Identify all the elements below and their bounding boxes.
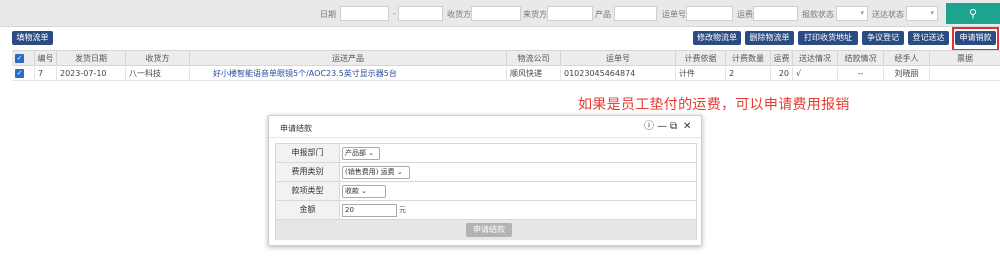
search-icon: ⚲ bbox=[968, 7, 978, 20]
date-label: 日期 bbox=[320, 10, 336, 19]
tracking-input[interactable] bbox=[686, 6, 733, 21]
submit-row: 申请结款 bbox=[276, 220, 696, 240]
dialog-title: 申请结款 bbox=[280, 124, 312, 133]
cell-id: 7 bbox=[34, 67, 56, 80]
edit-logistics-button[interactable]: 修改物流单 bbox=[693, 31, 741, 45]
col-header: 运费 bbox=[770, 51, 792, 66]
delete-logistics-button[interactable]: 删除物流单 bbox=[745, 31, 794, 45]
amount-input[interactable]: 20 bbox=[342, 204, 397, 217]
table-header: ✓ 编号 发货日期 收货方 运送产品 物流公司 运单号 计费依据 计费数量 运费… bbox=[12, 50, 1000, 66]
col-header: 计费依据 bbox=[675, 51, 725, 66]
form-row-amount: 金额 20 元 bbox=[276, 201, 696, 220]
tracking-label: 运单号 bbox=[662, 10, 686, 19]
amount-unit: 元 bbox=[399, 206, 406, 214]
category-select[interactable]: (销售费用) 运费 ⌄ bbox=[342, 166, 410, 179]
row-checkbox[interactable]: ✓ bbox=[15, 69, 24, 78]
col-header: 编号 bbox=[34, 51, 56, 66]
delivery-status-label: 送达状态 bbox=[872, 10, 904, 19]
product-input[interactable] bbox=[614, 6, 657, 21]
product-label: 产品 bbox=[595, 10, 611, 19]
search-button[interactable]: ⚲ bbox=[946, 3, 1000, 24]
col-header: 票据 bbox=[929, 51, 1000, 66]
apply-settlement-dialog: 申请结款 ⓘ — ⧉ ✕ 申报部门 产品部 ⌄ 费用类别 (销售费用) 运费 ⌄… bbox=[268, 115, 702, 246]
col-header: 发货日期 bbox=[56, 51, 125, 66]
close-icon[interactable]: ✕ bbox=[683, 121, 691, 133]
col-header: 经手人 bbox=[883, 51, 929, 66]
delivered-button[interactable]: 登记送达 bbox=[908, 31, 949, 45]
date-separator: - bbox=[393, 9, 396, 18]
receiver-input[interactable] bbox=[471, 6, 521, 21]
cell-tracking-no: 01023045464874 bbox=[560, 67, 675, 80]
submit-settlement-button[interactable]: 申请结款 bbox=[466, 223, 512, 237]
minimize-icon[interactable]: — bbox=[657, 121, 667, 133]
cell-invoice bbox=[929, 67, 1000, 80]
cell-billing-basis: 计件 bbox=[675, 67, 725, 80]
col-header: 结款情况 bbox=[837, 51, 883, 66]
type-select[interactable]: 收款 ⌄ bbox=[342, 185, 386, 198]
type-label: 款项类型 bbox=[276, 182, 340, 200]
col-header: 运送产品 bbox=[189, 51, 506, 66]
dialog-titlebar: 申请结款 ⓘ — ⧉ ✕ bbox=[269, 116, 701, 138]
cell-ship-date: 2023-07-10 bbox=[56, 67, 125, 80]
reimburse-status-label: 报款状态 bbox=[802, 10, 834, 19]
freight-input[interactable] bbox=[753, 6, 798, 21]
col-header: 计费数量 bbox=[725, 51, 770, 66]
col-header: 送达情况 bbox=[792, 51, 837, 66]
col-header: 运单号 bbox=[560, 51, 675, 66]
date-end-input[interactable] bbox=[398, 6, 443, 21]
cell-product-link[interactable]: 好小楼智能语音单眼镜5个/AOC23.5英寸显示器5台 bbox=[189, 67, 506, 80]
date-start-input[interactable] bbox=[340, 6, 389, 21]
print-address-button[interactable]: 打印收货地址 bbox=[798, 31, 858, 45]
cell-billing-qty: 2 bbox=[725, 67, 770, 80]
cell-handler: 刘晓丽 bbox=[883, 67, 929, 80]
col-header: 物流公司 bbox=[506, 51, 560, 66]
add-logistics-button[interactable]: 填物流单 bbox=[12, 31, 53, 45]
form-row-category: 费用类别 (销售费用) 运费 ⌄ bbox=[276, 163, 696, 182]
category-label: 费用类别 bbox=[276, 163, 340, 181]
maximize-icon[interactable]: ⧉ bbox=[670, 121, 677, 133]
source-label: 来货方 bbox=[523, 10, 547, 19]
cell-receiver: 八一科技 bbox=[125, 67, 189, 80]
cell-delivery-status: √ bbox=[792, 67, 837, 80]
help-icon[interactable]: ⓘ bbox=[644, 121, 654, 133]
cell-settlement-status: -- bbox=[837, 67, 883, 80]
cell-freight: 20 bbox=[770, 67, 792, 80]
freight-label: 运费 bbox=[737, 10, 753, 19]
settlement-form: 申报部门 产品部 ⌄ 费用类别 (销售费用) 运费 ⌄ 款项类型 收款 ⌄ 金额… bbox=[275, 143, 697, 240]
reimburse-status-select[interactable]: ▾ bbox=[836, 6, 868, 21]
annotation-text: 如果是员工垫付的运费，可以申请费用报销 bbox=[578, 97, 850, 113]
delivery-status-select[interactable]: ▾ bbox=[906, 6, 938, 21]
highlight-box bbox=[952, 27, 999, 51]
form-row-type: 款项类型 收款 ⌄ bbox=[276, 182, 696, 201]
cell-logistics-company: 顺风快递 bbox=[506, 67, 560, 80]
dept-select[interactable]: 产品部 ⌄ bbox=[342, 147, 380, 160]
form-row-dept: 申报部门 产品部 ⌄ bbox=[276, 144, 696, 163]
table-row[interactable]: ✓ 7 2023-07-10 八一科技 好小楼智能语音单眼镜5个/AOC23.5… bbox=[12, 67, 1000, 81]
amount-label: 金额 bbox=[276, 201, 340, 219]
source-input[interactable] bbox=[547, 6, 593, 21]
receiver-label: 收货方 bbox=[447, 10, 471, 19]
filter-bar: 日期 - 收货方 来货方 产品 运单号 运费 报款状态 ▾ 送达状态 ▾ ⚲ bbox=[0, 0, 1000, 27]
dept-label: 申报部门 bbox=[276, 144, 340, 162]
dispute-button[interactable]: 争议登记 bbox=[862, 31, 904, 45]
toolbar: 填物流单 修改物流单 删除物流单 打印收货地址 争议登记 登记送达 申请销款 bbox=[0, 27, 1000, 49]
select-all-checkbox[interactable]: ✓ bbox=[15, 54, 24, 63]
col-header: 收货方 bbox=[125, 51, 189, 66]
